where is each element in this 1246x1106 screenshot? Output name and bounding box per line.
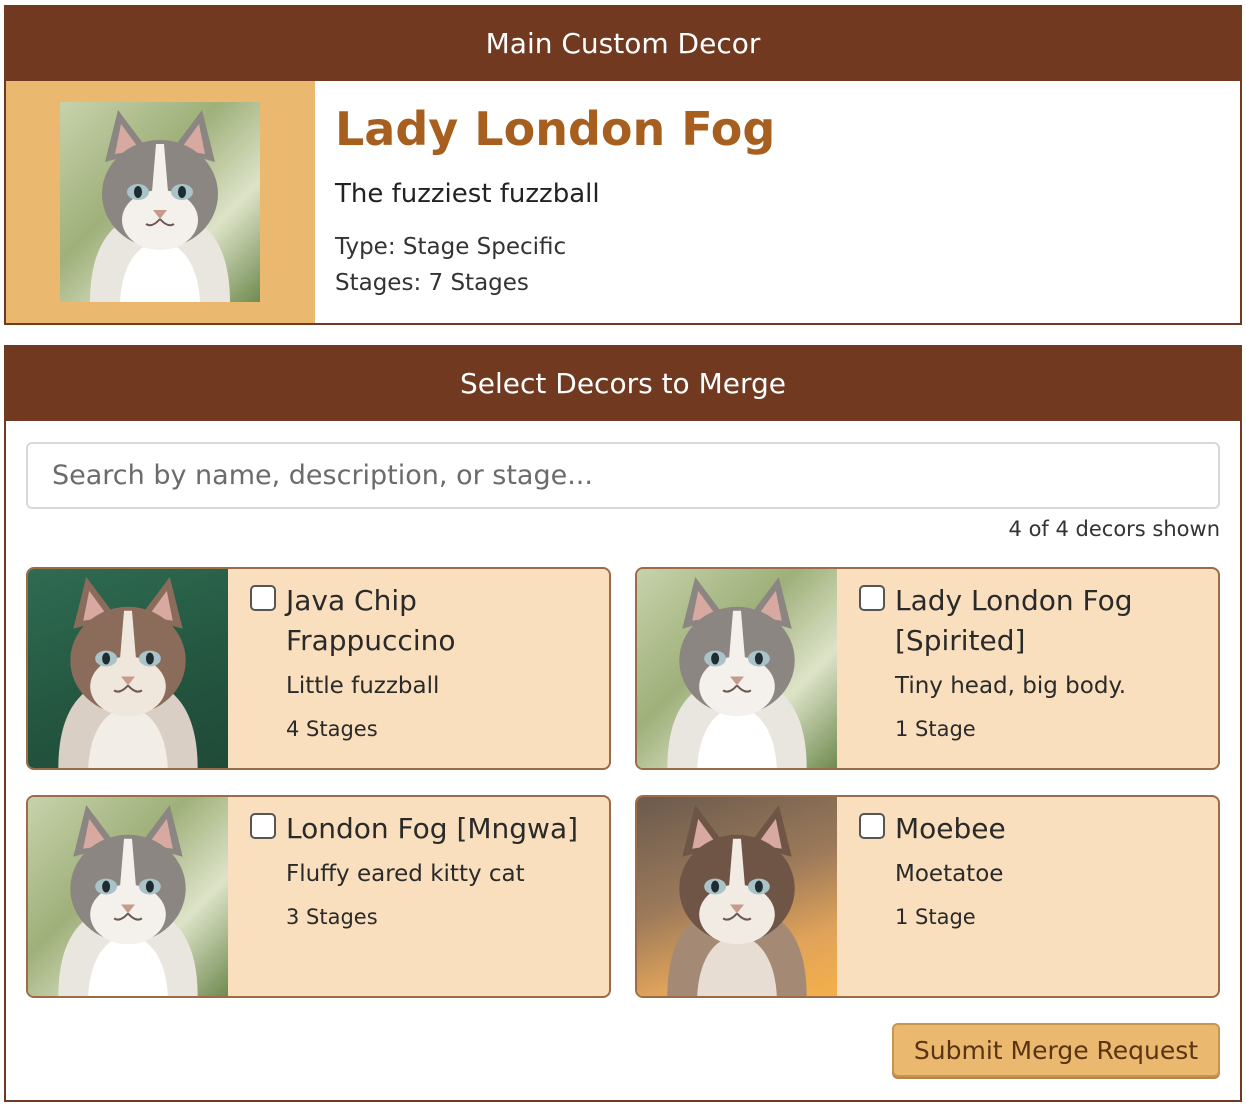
main-decor-info: Lady London Fog The fuzziest fuzzball Ty… (335, 99, 1220, 301)
decor-portrait (28, 797, 228, 996)
decor-card[interactable]: Java Chip Frappuccino Little fuzzball 4 … (26, 567, 611, 770)
decor-stages: 3 Stages (286, 905, 378, 929)
decor-card[interactable]: London Fog [Mngwa] Fluffy eared kitty ca… (26, 795, 611, 998)
main-decor-portrait (60, 102, 260, 302)
decor-card-text: Moebee Moetatoe 1 Stage (895, 809, 1204, 931)
main-decor-type: Type: Stage Specific (335, 234, 567, 260)
main-decor-stages: Stages: 7 Stages (335, 270, 529, 296)
decor-count: 4 of 4 decors shown (1008, 517, 1220, 541)
decor-card-text: Java Chip Frappuccino Little fuzzball 4 … (286, 581, 595, 743)
decor-stages: 1 Stage (895, 717, 976, 741)
decor-description: Moetatoe (895, 861, 1004, 887)
decor-stages: 1 Stage (895, 905, 976, 929)
decor-title: London Fog [Mngwa] (286, 812, 579, 845)
main-decor-body: Lady London Fog The fuzziest fuzzball Ty… (6, 81, 1240, 323)
decor-checkbox[interactable] (250, 813, 276, 839)
decor-card[interactable]: Lady London Fog [Spirited] Tiny head, bi… (635, 567, 1220, 770)
submit-merge-button[interactable]: Submit Merge Request (892, 1023, 1220, 1077)
merge-panel: Select Decors to Merge 4 of 4 decors sho… (4, 345, 1242, 1102)
main-decor-description: The fuzziest fuzzball (335, 179, 600, 209)
decor-description: Little fuzzball (286, 673, 440, 699)
decor-description: Tiny head, big body. (895, 673, 1127, 699)
main-decor-header: Main Custom Decor (6, 7, 1240, 81)
search-box[interactable] (26, 442, 1220, 509)
decor-card-text: London Fog [Mngwa] Fluffy eared kitty ca… (286, 809, 595, 931)
main-decor-meta: Type: Stage Specific Stages: 7 Stages (335, 229, 1220, 301)
decor-title: Java Chip Frappuccino (286, 584, 456, 657)
main-decor-title: Lady London Fog (335, 102, 776, 156)
decor-portrait (28, 569, 228, 768)
decor-stages: 4 Stages (286, 717, 378, 741)
decor-description: Fluffy eared kitty cat (286, 861, 525, 887)
decor-title: Moebee (895, 812, 1006, 845)
search-input[interactable] (28, 444, 1218, 507)
main-decor-panel: Main Custom Decor Lady London Fog The fu… (4, 5, 1242, 325)
decor-title: Lady London Fog [Spirited] (895, 584, 1133, 657)
decor-portrait (637, 569, 837, 768)
decor-card-text: Lady London Fog [Spirited] Tiny head, bi… (895, 581, 1204, 743)
decor-checkbox[interactable] (250, 585, 276, 611)
decor-card[interactable]: Moebee Moetatoe 1 Stage (635, 795, 1220, 998)
decor-checkbox[interactable] (859, 813, 885, 839)
merge-header: Select Decors to Merge (6, 347, 1240, 421)
decor-portrait (637, 797, 837, 996)
decor-checkbox[interactable] (859, 585, 885, 611)
